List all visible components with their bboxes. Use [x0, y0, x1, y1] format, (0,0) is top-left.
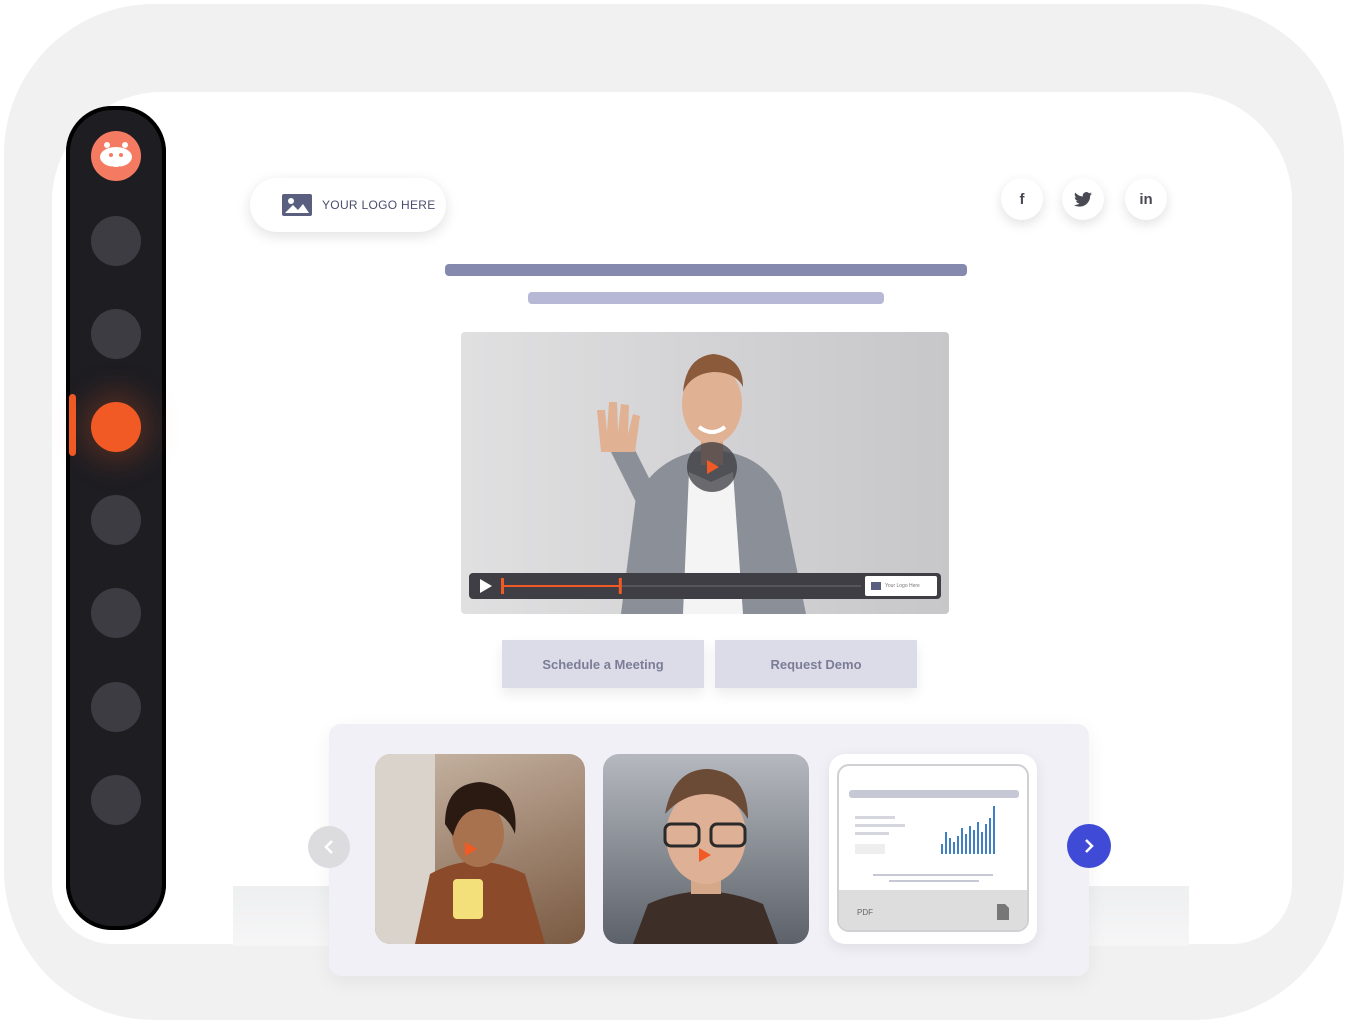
- linkedin-icon: in: [1139, 190, 1153, 208]
- video-card-2[interactable]: [603, 754, 809, 944]
- pdf-footer: PDF: [839, 890, 1027, 930]
- video-controls: Your Logo Here: [469, 573, 941, 599]
- pdf-label: PDF: [857, 907, 873, 917]
- mini-logo: Your Logo Here: [865, 576, 937, 596]
- brand-avatar[interactable]: [91, 131, 141, 181]
- video-player[interactable]: Your Logo Here: [461, 332, 949, 614]
- video-card-1[interactable]: [375, 754, 585, 944]
- play-overlay-button[interactable]: [689, 840, 719, 870]
- logo-placeholder[interactable]: YOUR LOGO HERE: [250, 178, 446, 232]
- subtitle-placeholder-bar: [528, 292, 884, 304]
- twitter-icon: [1074, 191, 1092, 207]
- chevron-right-icon: [1085, 839, 1094, 853]
- sidebar-item-3-active[interactable]: [91, 402, 141, 452]
- schedule-meeting-button[interactable]: Schedule a Meeting: [502, 640, 704, 688]
- play-icon[interactable]: [479, 579, 493, 593]
- play-icon: [465, 842, 477, 856]
- sidebar: [66, 106, 166, 930]
- logo-label: YOUR LOGO HERE: [322, 198, 436, 212]
- sidebar-item-7[interactable]: [91, 775, 141, 825]
- sidebar-item-4[interactable]: [91, 495, 141, 545]
- hippo-logo-icon: [92, 132, 140, 180]
- facebook-icon: f: [1019, 190, 1025, 208]
- sidebar-item-5[interactable]: [91, 588, 141, 638]
- pdf-preview: PDF: [837, 764, 1029, 932]
- sidebar-item-1[interactable]: [91, 216, 141, 266]
- chevron-left-icon: [324, 840, 333, 854]
- play-icon: [707, 460, 719, 474]
- sidebar-item-2[interactable]: [91, 309, 141, 359]
- carousel-next-button[interactable]: [1067, 824, 1111, 868]
- mini-logo-label: Your Logo Here: [885, 583, 920, 589]
- facebook-button[interactable]: f: [1001, 178, 1043, 220]
- play-overlay-button[interactable]: [455, 834, 485, 864]
- image-icon: [871, 582, 881, 590]
- twitter-button[interactable]: [1062, 178, 1104, 220]
- active-indicator: [69, 394, 76, 456]
- image-icon: [282, 194, 312, 216]
- pdf-chart-preview: [849, 790, 1019, 882]
- linkedin-button[interactable]: in: [1125, 178, 1167, 220]
- play-overlay-button[interactable]: [687, 442, 737, 492]
- request-demo-button[interactable]: Request Demo: [715, 640, 917, 688]
- title-placeholder-bar: [445, 264, 967, 276]
- pdf-card[interactable]: PDF: [829, 754, 1037, 944]
- sidebar-item-6[interactable]: [91, 682, 141, 732]
- play-icon: [699, 848, 711, 862]
- carousel-prev-button[interactable]: [308, 826, 350, 868]
- document-icon: [997, 904, 1009, 920]
- video-progress-bar[interactable]: [501, 573, 861, 599]
